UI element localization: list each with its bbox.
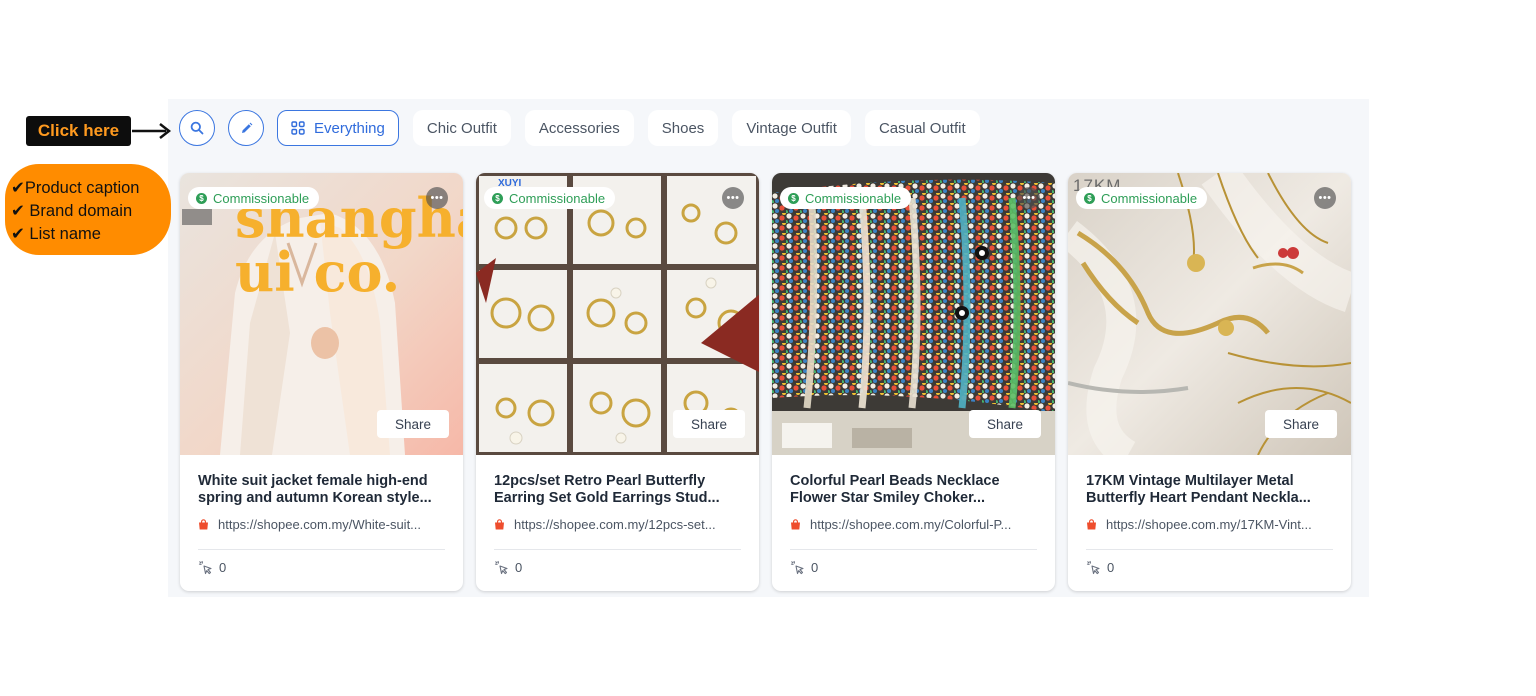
brand-domain-link[interactable]: https://shopee.com.my/12pcs-set... <box>494 517 744 532</box>
product-caption: White suit jacket female high-end spring… <box>198 473 448 507</box>
dollar-icon: $ <box>196 192 207 204</box>
ellipsis-icon: ••• <box>1022 191 1036 204</box>
commissionable-badge: $ Commissionable <box>1076 187 1208 209</box>
tab-label: Everything <box>314 119 385 137</box>
more-options-button[interactable]: ••• <box>1314 187 1336 209</box>
more-options-button[interactable]: ••• <box>722 187 744 209</box>
share-button[interactable]: Share <box>1265 410 1337 438</box>
product-card[interactable]: 17KM $ Commissionable ••• Share 17KM Vint… <box>1068 173 1351 591</box>
product-url: https://shopee.com.my/White-suit... <box>218 517 422 532</box>
commissionable-badge: $ Commissionable <box>484 187 616 209</box>
divider <box>198 549 445 550</box>
product-caption: 12pcs/set Retro Pearl Butterfly Earring … <box>494 473 744 507</box>
product-image[interactable]: shanghai ui co. $Commissionable ••• Shar… <box>180 173 463 455</box>
caption-line: Earring Set Gold Earrings Stud... <box>494 490 720 506</box>
caption-line: spring and autumn Korean style... <box>198 490 432 506</box>
note-product-caption: ✔Product caption <box>11 179 140 197</box>
cursor-click-icon <box>1086 560 1100 575</box>
shopee-icon <box>1087 519 1096 530</box>
click-count-value: 0 <box>219 560 227 575</box>
dollar-icon: $ <box>492 192 503 204</box>
badge-label: Commissionable <box>1101 190 1198 206</box>
ellipsis-icon: ••• <box>726 191 740 204</box>
badge-label: Commissionable <box>805 190 902 206</box>
dollar-icon: $ <box>1084 192 1095 204</box>
share-button[interactable]: Share <box>377 410 449 438</box>
filter-bar: Everything Chic Outfit Accessories Shoes… <box>179 110 994 146</box>
product-url: https://shopee.com.my/17KM-Vint... <box>1106 517 1312 532</box>
shopee-icon <box>199 519 208 530</box>
click-count-value: 0 <box>1107 560 1115 575</box>
shopee-icon <box>791 519 800 530</box>
feature-note: ✔Product caption ✔ Brand domain ✔ List n… <box>5 164 171 255</box>
caption-line: 12pcs/set Retro Pearl Butterfly <box>494 473 706 489</box>
edit-button[interactable] <box>228 110 264 146</box>
caption-line: Flower Star Smiley Choker... <box>790 490 986 506</box>
product-card[interactable]: XUYI $ Commissionable ••• Share 12pcs/set… <box>476 173 759 591</box>
product-url: https://shopee.com.my/12pcs-set... <box>514 517 716 532</box>
commissionable-badge: $ Commissionable <box>780 187 912 209</box>
product-image[interactable]: XUYI $ Commissionable ••• Share <box>476 173 759 455</box>
tab-accessories[interactable]: Accessories <box>524 110 634 146</box>
click-count: 0 <box>494 560 522 575</box>
ellipsis-icon: ••• <box>1318 191 1332 204</box>
divider <box>790 549 1037 550</box>
brand-domain-link[interactable]: https://shopee.com.my/Colorful-P... <box>790 517 1040 532</box>
more-options-button[interactable]: ••• <box>426 187 448 209</box>
caption-line: White suit jacket female high-end <box>198 473 428 489</box>
divider <box>1086 549 1333 550</box>
click-count-value: 0 <box>811 560 819 575</box>
click-count: 0 <box>198 560 226 575</box>
caption-line: 17KM Vintage Multilayer Metal <box>1086 473 1294 489</box>
badge-label: Commissionable <box>509 190 606 206</box>
product-caption: 17KM Vintage Multilayer Metal Butterfly … <box>1086 473 1336 507</box>
product-image[interactable]: $ Commissionable ••• Share <box>772 173 1055 455</box>
share-button[interactable]: Share <box>969 410 1041 438</box>
page-root: Click here ✔Product caption ✔ Brand doma… <box>0 0 1536 696</box>
commissionable-badge: $ Commissionable <box>188 187 320 209</box>
caption-line: Butterfly Heart Pendant Neckla... <box>1086 490 1311 506</box>
dollar-icon: $ <box>788 192 799 204</box>
caption-line: Colorful Pearl Beads Necklace <box>790 473 1000 489</box>
ellipsis-icon: ••• <box>430 191 444 204</box>
tab-chic-outfit[interactable]: Chic Outfit <box>412 110 511 146</box>
search-button[interactable] <box>179 110 215 146</box>
brand-domain-link[interactable]: https://shopee.com.my/White-suit... <box>198 517 448 532</box>
click-count-value: 0 <box>515 560 523 575</box>
search-icon <box>190 121 204 135</box>
grid-icon <box>291 121 305 135</box>
cursor-click-icon <box>790 560 804 575</box>
brand-domain-link[interactable]: https://shopee.com.my/17KM-Vint... <box>1086 517 1336 532</box>
note-brand-domain: ✔ Brand domain <box>11 202 133 220</box>
badge-label: Commissionable <box>213 190 310 206</box>
cursor-click-icon <box>494 560 508 575</box>
click-count: 0 <box>1086 560 1114 575</box>
shopee-icon <box>495 519 504 530</box>
product-image[interactable]: 17KM $ Commissionable ••• Share <box>1068 173 1351 455</box>
product-card[interactable]: $ Commissionable ••• Share Colorful Pearl… <box>772 173 1055 591</box>
tab-everything[interactable]: Everything <box>277 110 399 146</box>
cursor-click-icon <box>198 560 212 575</box>
product-url: https://shopee.com.my/Colorful-P... <box>810 517 1012 532</box>
click-here-callout: Click here <box>26 116 131 146</box>
pencil-icon <box>241 122 252 133</box>
divider <box>494 549 741 550</box>
product-caption: Colorful Pearl Beads Necklace Flower Sta… <box>790 473 1040 507</box>
tab-casual-outfit[interactable]: Casual Outfit <box>864 110 980 146</box>
product-card[interactable]: shanghai ui co. $Commissionable ••• Shar… <box>180 173 463 591</box>
tab-vintage-outfit[interactable]: Vintage Outfit <box>732 110 851 146</box>
arrow-right-icon <box>132 123 172 139</box>
share-button[interactable]: Share <box>673 410 745 438</box>
click-count: 0 <box>790 560 818 575</box>
note-list-name: ✔ List name <box>11 225 101 243</box>
tab-shoes[interactable]: Shoes <box>647 110 719 146</box>
more-options-button[interactable]: ••• <box>1018 187 1040 209</box>
